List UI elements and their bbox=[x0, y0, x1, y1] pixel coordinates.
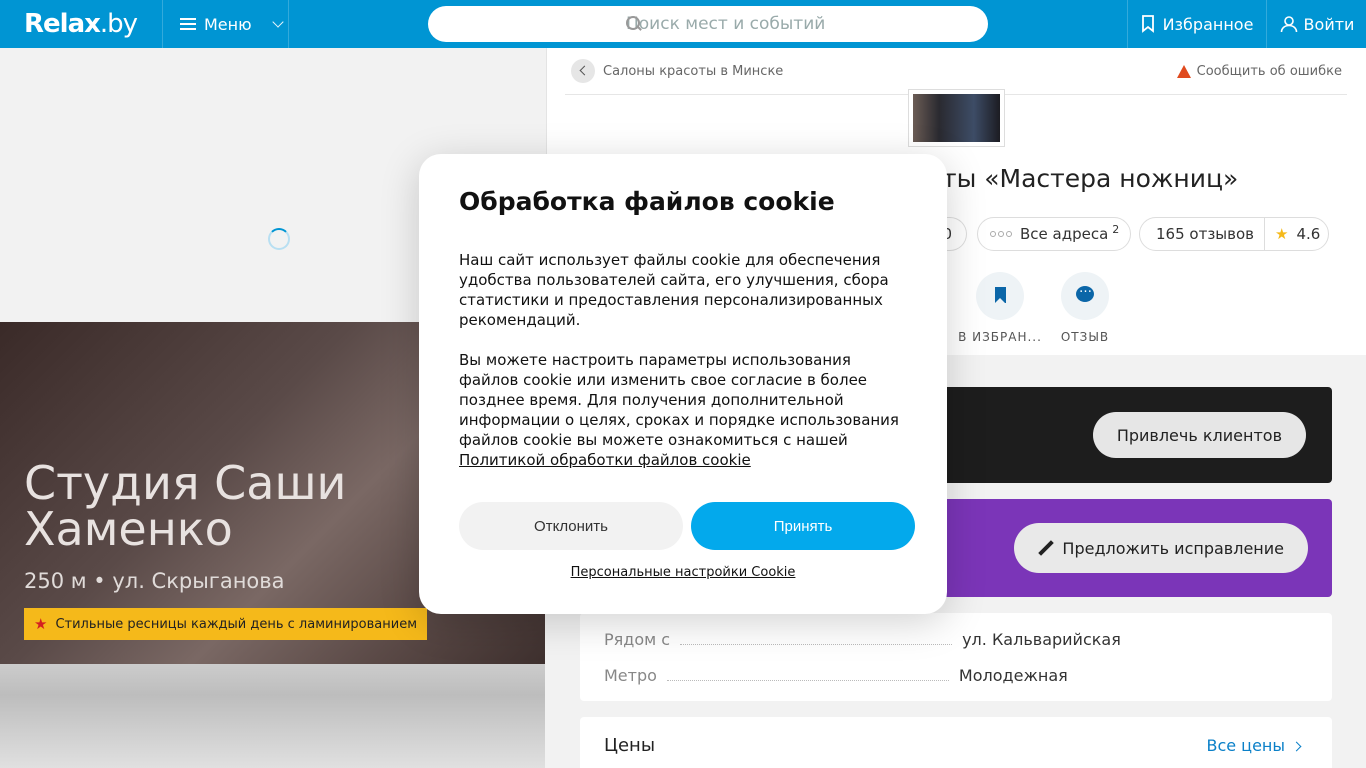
cookie-dialog: Обработка файлов cookie Наш сайт использ… bbox=[419, 154, 947, 614]
decline-button[interactable]: Отклонить bbox=[459, 502, 683, 550]
cookie-dialog-title: Обработка файлов cookie bbox=[459, 187, 835, 216]
cookie-settings-link[interactable]: Персональные настройки Cookie bbox=[419, 565, 947, 580]
accept-button[interactable]: Принять bbox=[691, 502, 915, 550]
cookie-policy-link[interactable]: Политикой обработки файлов cookie bbox=[459, 451, 751, 469]
cookie-dialog-text: Наш сайт использует файлы cookie для обе… bbox=[459, 250, 909, 470]
cookie-paragraph-1: Наш сайт использует файлы cookie для обе… bbox=[459, 251, 889, 329]
cookie-paragraph-2: Вы можете настроить параметры использова… bbox=[459, 351, 899, 469]
